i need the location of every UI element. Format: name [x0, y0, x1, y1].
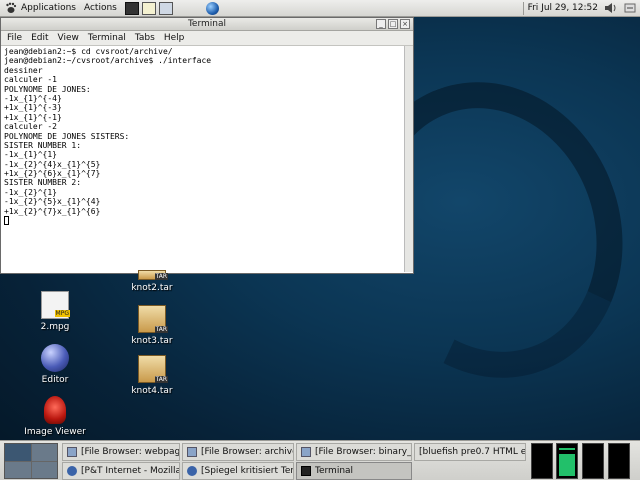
- terminal-line: jean@debian2:~/cvsroot/archive$ ./interf…: [4, 56, 212, 66]
- desktop-icon-label: knot4.tar: [131, 386, 173, 396]
- terminal-window[interactable]: Terminal _ □ × File Edit View Terminal T…: [0, 17, 414, 274]
- close-button[interactable]: ×: [400, 19, 410, 29]
- task-spiegel[interactable]: [Spiegel kritisiert Terrori: [182, 462, 294, 480]
- switch-user-icon[interactable]: [624, 2, 636, 14]
- terminal-output[interactable]: jean@debian2:~$ cd cvsroot/archive/ jean…: [1, 46, 413, 272]
- clock[interactable]: Fri Jul 29, 12:52: [528, 3, 598, 13]
- mozilla-icon: [187, 466, 197, 476]
- terminal-line: -1x_{2}^{5}x_{1}^{4}: [4, 197, 101, 207]
- terminal-scrollbar[interactable]: [404, 46, 413, 272]
- mozilla-icon: [67, 466, 77, 476]
- terminal-line: -1x_{2}^{4}x_{1}^{5}: [4, 159, 101, 169]
- terminal-menubar: File Edit View Terminal Tabs Help: [1, 31, 413, 46]
- folder-icon: [67, 447, 77, 457]
- window-launcher-icon[interactable]: [158, 1, 173, 15]
- maximize-button[interactable]: □: [388, 19, 398, 29]
- desktop-icon-knot4-tar[interactable]: knot4.tar: [117, 355, 187, 396]
- terminal-line: jean@debian2:~$ cd cvsroot/archive/: [4, 47, 173, 56]
- menu-terminal[interactable]: Terminal: [88, 33, 126, 43]
- desktop-icon-label: Editor: [41, 375, 69, 385]
- editor-icon: [41, 344, 69, 372]
- desktop-icon-knot3-tar[interactable]: knot3.tar: [117, 305, 187, 346]
- workspace-2[interactable]: [31, 444, 57, 461]
- terminal-line: +1x_{2}^{6}x_{1}^{7}: [4, 169, 101, 179]
- desktop-icon-knot2-tar[interactable]: knot2.tar: [117, 270, 187, 293]
- terminal-line: POLYNOME DE JONES SISTERS:: [4, 131, 130, 141]
- terminal-line: SISTER NUMBER 1:: [4, 140, 82, 150]
- system-monitor-memory[interactable]: [556, 443, 578, 479]
- image-viewer-icon: [44, 396, 66, 424]
- terminal-prompt[interactable]: [4, 216, 410, 226]
- terminal-line: SISTER NUMBER 2:: [4, 178, 82, 188]
- desktop-icon-label: Image Viewer: [24, 427, 86, 437]
- terminal-launcher-icon[interactable]: [124, 1, 139, 15]
- window-title: Terminal: [187, 19, 227, 29]
- video-file-icon: [41, 291, 70, 319]
- workspace-1[interactable]: [5, 444, 31, 461]
- terminal-line: +1x_{1}^{-3}: [4, 103, 62, 113]
- task-mozilla[interactable]: [P&T Internet - Mozilla F: [62, 462, 180, 480]
- folder-icon: [187, 447, 197, 457]
- system-monitor-network[interactable]: [582, 443, 604, 479]
- web-browser-launcher-icon[interactable]: [205, 1, 219, 15]
- terminal-line: +1x_{2}^{7}x_{1}^{6}: [4, 206, 101, 216]
- system-monitor-load[interactable]: [608, 443, 630, 479]
- terminal-line: calculer -2: [4, 122, 57, 132]
- terminal-line: dessiner: [4, 65, 43, 75]
- tar-archive-icon: [138, 355, 168, 383]
- terminal-line: -1x_{1}^{-4}: [4, 93, 62, 103]
- menu-help[interactable]: Help: [164, 33, 185, 43]
- terminal-line: POLYNOME DE JONES:: [4, 84, 91, 94]
- menu-tabs[interactable]: Tabs: [135, 33, 155, 43]
- terminal-line: -1x_{1}^{1}: [4, 150, 57, 160]
- desktop-icon-label: knot3.tar: [131, 336, 173, 346]
- monitor-fill: [559, 454, 575, 476]
- text-editor-launcher-icon[interactable]: [141, 1, 156, 15]
- desktop-icon-image-viewer[interactable]: Image Viewer: [20, 396, 90, 437]
- task-bluefish[interactable]: [bluefish pre0.7 HTML ed: [414, 443, 526, 461]
- desktop-icon-2-mpg[interactable]: 2.mpg: [20, 291, 90, 332]
- text-cursor: [4, 216, 9, 226]
- menu-edit[interactable]: Edit: [31, 33, 48, 43]
- task-file-browser-webpage[interactable]: [File Browser: webpage]: [62, 443, 180, 461]
- workspace-3[interactable]: [5, 461, 31, 478]
- terminal-icon: [301, 466, 311, 476]
- terminal-titlebar[interactable]: Terminal _ □ ×: [1, 18, 413, 31]
- desktop-icon-editor[interactable]: Editor: [20, 344, 90, 385]
- volume-icon[interactable]: [604, 2, 618, 14]
- minimize-button[interactable]: _: [376, 19, 386, 29]
- workspace-4[interactable]: [31, 461, 57, 478]
- menu-view[interactable]: View: [58, 33, 79, 43]
- menu-file[interactable]: File: [7, 33, 22, 43]
- applications-menu[interactable]: Applications: [21, 3, 76, 13]
- tar-archive-icon: [138, 305, 168, 333]
- tar-archive-icon: [138, 270, 168, 280]
- terminal-line: -1x_{2}^{1}: [4, 187, 57, 197]
- top-panel: Applications Actions Fri Jul 29, 12:52: [0, 0, 640, 17]
- folder-icon: [301, 447, 311, 457]
- workspace-switcher[interactable]: [4, 443, 58, 479]
- system-monitor-cpu[interactable]: [531, 443, 553, 479]
- terminal-line: calculer -1: [4, 75, 57, 85]
- desktop-icon-label: knot2.tar: [131, 283, 173, 293]
- task-file-browser-archive[interactable]: [File Browser: archive]: [182, 443, 294, 461]
- terminal-line: +1x_{1}^{-1}: [4, 112, 62, 122]
- desktop-icon-label: 2.mpg: [40, 322, 70, 332]
- task-terminal[interactable]: Terminal: [296, 462, 412, 480]
- bottom-panel: [File Browser: webpage] [File Browser: a…: [0, 440, 640, 480]
- task-file-browser-binary[interactable]: [File Browser: binary_co: [296, 443, 412, 461]
- gnome-foot-icon[interactable]: [4, 1, 18, 15]
- actions-menu[interactable]: Actions: [84, 3, 117, 13]
